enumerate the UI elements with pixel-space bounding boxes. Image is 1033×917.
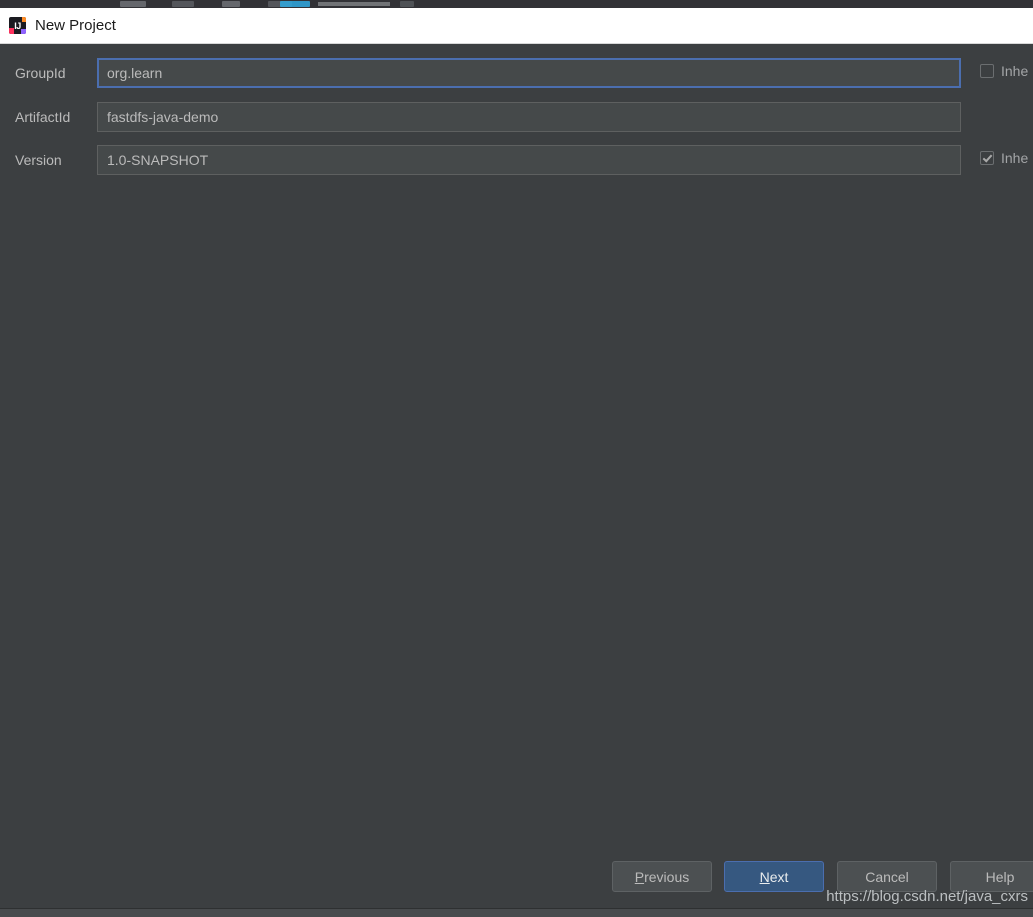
version-label: Version xyxy=(15,152,62,168)
form-row-version: Version 1.0-SNAPSHOT Inhe xyxy=(0,145,1033,175)
background-label xyxy=(318,2,390,6)
form-row-artifactid: ArtifactId fastdfs-java-demo xyxy=(0,102,1033,132)
inherit-groupid-checkbox-wrap[interactable]: Inhe xyxy=(980,63,1033,79)
watermark-url: https://blog.csdn.net/java_cxrs xyxy=(826,888,1028,905)
next-button[interactable]: Next xyxy=(724,861,824,892)
inherit-version-checkbox-wrap[interactable]: Inhe xyxy=(980,150,1033,166)
next-button-label: ext xyxy=(769,868,789,885)
inherit-version-checkbox[interactable] xyxy=(980,151,994,165)
artifactid-label: ArtifactId xyxy=(15,109,71,125)
previous-button[interactable]: Previous xyxy=(612,861,712,892)
intellij-idea-icon: IJ xyxy=(9,17,26,34)
dialog-title: New Project xyxy=(35,17,116,34)
background-toolbar xyxy=(0,0,1033,8)
groupid-input[interactable]: org.learn xyxy=(97,58,961,88)
version-input[interactable]: 1.0-SNAPSHOT xyxy=(97,145,961,175)
inherit-version-label: Inhe xyxy=(1001,150,1029,166)
background-icon-1 xyxy=(120,1,146,7)
form-row-groupid: GroupId org.learn Inhe xyxy=(0,58,1033,88)
background-icon-logo xyxy=(280,1,310,7)
groupid-label: GroupId xyxy=(15,65,66,81)
artifactid-input[interactable]: fastdfs-java-demo xyxy=(97,102,961,132)
inherit-groupid-checkbox[interactable] xyxy=(980,64,994,78)
previous-button-label: revious xyxy=(644,868,690,885)
dialog-body: GroupId org.learn Inhe ArtifactId fastdf… xyxy=(0,44,1033,872)
background-icon-3 xyxy=(222,1,240,7)
icon-letters: IJ xyxy=(14,20,21,31)
dialog-titlebar: IJ New Project xyxy=(0,8,1033,44)
inherit-groupid-label: Inhe xyxy=(1001,63,1029,79)
background-icon-5 xyxy=(400,1,414,7)
background-icon-2 xyxy=(172,1,194,7)
new-project-dialog: IJ New Project GroupId org.learn Inhe Ar… xyxy=(0,8,1033,908)
background-app-strip xyxy=(0,0,1033,8)
previous-button-mnemonic: P xyxy=(634,868,645,885)
next-button-mnemonic: N xyxy=(759,868,770,885)
